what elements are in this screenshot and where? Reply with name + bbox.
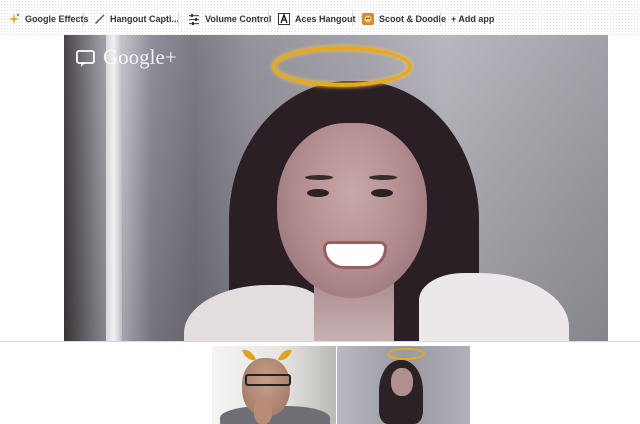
glasses	[245, 374, 291, 386]
add-app-label: + Add app	[451, 14, 495, 24]
eye	[307, 189, 329, 197]
ace-card-icon	[278, 13, 290, 25]
add-app-button[interactable]: + Add app	[451, 11, 494, 27]
toolbar-divider	[268, 12, 269, 26]
toolbar-divider	[440, 12, 441, 26]
app-label: Scoot & Doodle	[379, 14, 446, 24]
participant-thumbnail-1[interactable]	[212, 346, 336, 424]
door-frame	[106, 35, 122, 341]
doodle-icon	[362, 13, 374, 25]
eyebrow	[369, 175, 397, 180]
sliders-icon	[188, 13, 200, 25]
devil-horn-icon	[277, 346, 293, 364]
video-stage: Google+	[0, 35, 640, 341]
sparkle-icon	[8, 13, 20, 25]
participant-thumbnail-2[interactable]	[337, 346, 470, 424]
app-hangout-captions[interactable]: Hangout Capti...	[93, 11, 179, 27]
app-volume-control[interactable]: Volume Control	[188, 11, 271, 27]
app-google-effects[interactable]: Google Effects	[8, 11, 89, 27]
participant-face	[277, 123, 427, 298]
app-label: Hangout Capti...	[110, 14, 179, 24]
pen-icon	[93, 13, 105, 25]
smile	[323, 241, 387, 269]
apps-toolbar: Google Effects Hangout Capti... Volume C…	[0, 0, 640, 36]
app-label: Aces Hangout	[295, 14, 356, 24]
watermark-text: Google+	[103, 45, 177, 69]
halo-effect	[387, 348, 425, 360]
participant-hand	[254, 398, 272, 424]
main-video-feed[interactable]: Google+	[64, 35, 608, 341]
app-aces-hangout[interactable]: Aces Hangout	[278, 11, 356, 27]
app-label: Google Effects	[25, 14, 89, 24]
google-plus-watermark: Google+	[76, 45, 177, 70]
toolbar-divider	[352, 12, 353, 26]
participant-face	[391, 368, 413, 396]
toolbar-divider	[178, 12, 179, 26]
hangout-chat-icon	[76, 49, 96, 67]
halo-effect	[272, 46, 412, 87]
participant-filmstrip	[0, 341, 640, 424]
eyebrow	[305, 175, 333, 180]
toolbar-divider	[83, 12, 84, 26]
app-scoot-doodle[interactable]: Scoot & Doodle	[362, 11, 446, 27]
eye	[371, 189, 393, 197]
app-label: Volume Control	[205, 14, 272, 24]
